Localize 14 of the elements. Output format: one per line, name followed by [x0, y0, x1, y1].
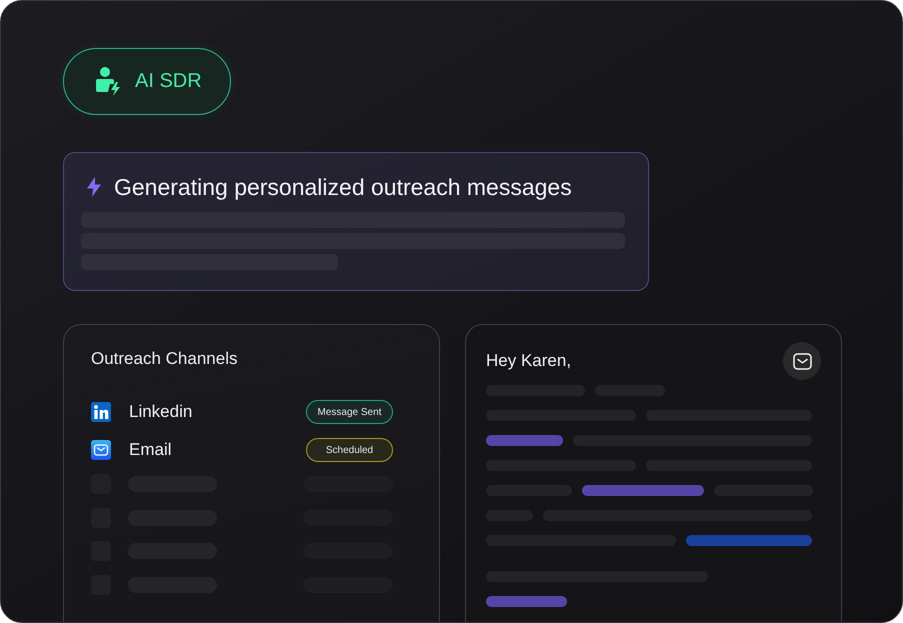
generating-title: Generating personalized outreach messages	[114, 174, 572, 200]
status-tag: Scheduled	[306, 438, 393, 462]
linkedin-icon	[91, 402, 111, 422]
lightning-icon	[87, 177, 101, 197]
agent-label: AI SDR	[135, 70, 202, 93]
card-title: Outreach Channels	[91, 349, 238, 369]
status-tag: Message Sent	[306, 400, 393, 424]
channel-name: Linkedin	[129, 402, 192, 422]
mail-icon	[91, 440, 111, 460]
email-greeting: Hey Karen,	[486, 351, 572, 371]
mail-button[interactable]	[783, 342, 821, 380]
mail-icon	[792, 352, 812, 370]
person-bolt-icon	[96, 67, 123, 96]
channel-name: Email	[129, 440, 172, 460]
